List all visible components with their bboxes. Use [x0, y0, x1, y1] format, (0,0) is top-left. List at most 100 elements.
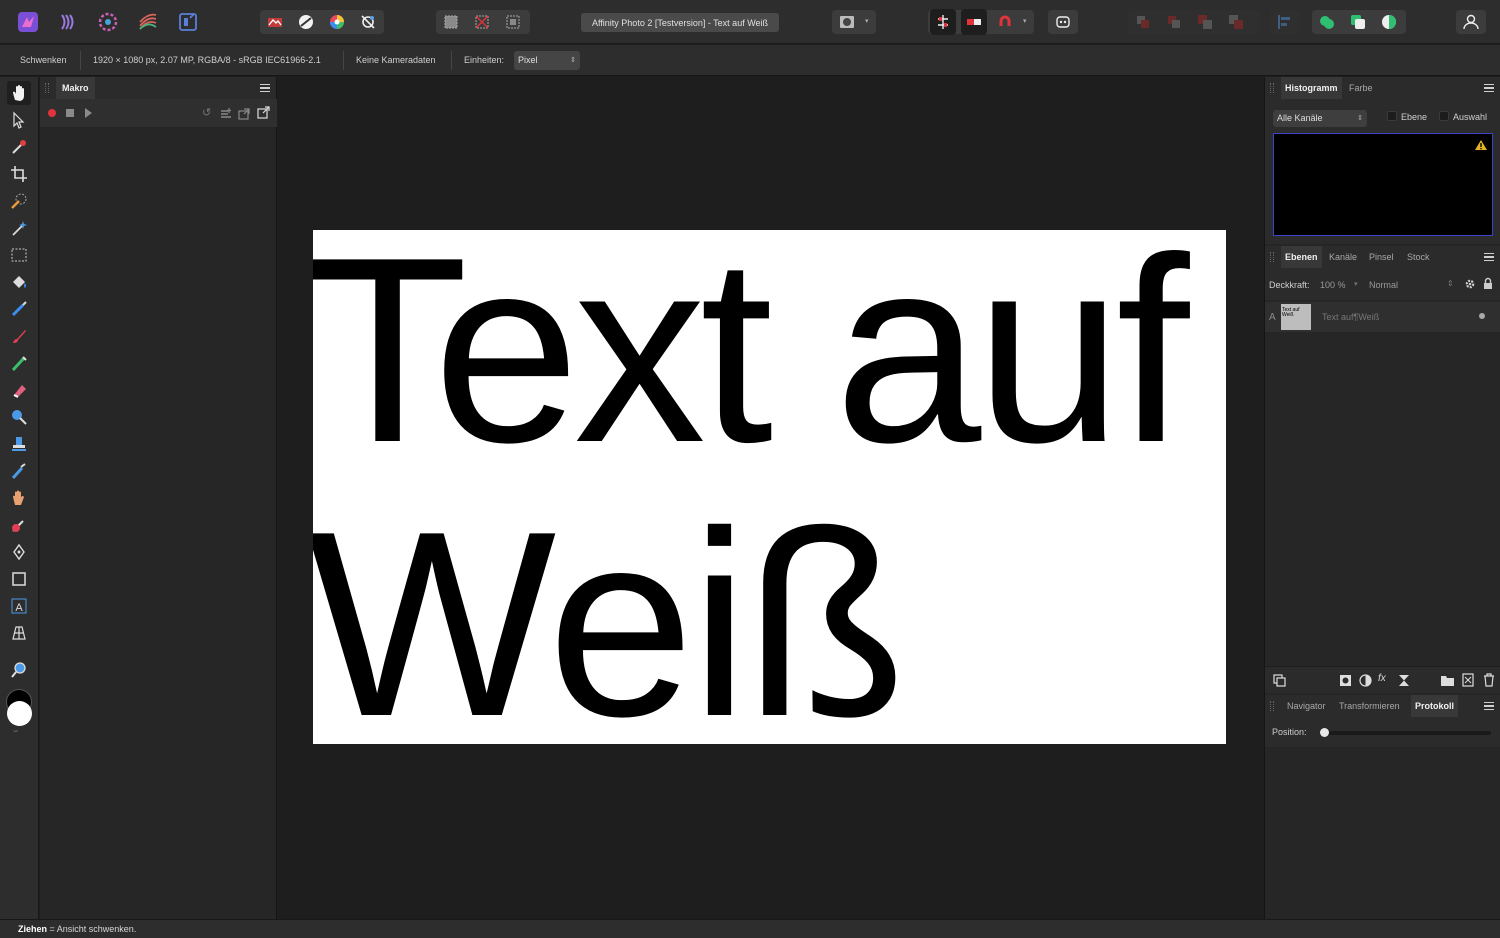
- hdr-icon[interactable]: [262, 9, 288, 35]
- blend-mode-select[interactable]: Normal: [1369, 280, 1398, 290]
- stop-icon[interactable]: [66, 109, 74, 117]
- gradient-tool-icon[interactable]: [7, 297, 31, 321]
- tab-navigator[interactable]: Navigator: [1283, 695, 1330, 717]
- move-back-icon[interactable]: [1130, 9, 1156, 35]
- layer-thumbnail[interactable]: Text auf Weiß: [1281, 304, 1311, 330]
- move-to-back-icon[interactable]: [1192, 9, 1218, 35]
- clone-stamp-icon[interactable]: [7, 432, 31, 456]
- panel-grip-icon[interactable]: [45, 83, 49, 93]
- add-pixel-layer-icon[interactable]: [1462, 673, 1474, 687]
- warning-icon[interactable]: [1474, 139, 1488, 151]
- tab-brushes[interactable]: Pinsel: [1365, 246, 1398, 268]
- play-icon[interactable]: [85, 108, 92, 118]
- tone-mapping-persona-icon[interactable]: [135, 9, 161, 35]
- mesh-warp-icon[interactable]: [7, 621, 31, 645]
- snap-toggle-icon[interactable]: [961, 9, 987, 35]
- lock-icon[interactable]: [1483, 277, 1493, 290]
- user-account-icon[interactable]: [1458, 9, 1484, 35]
- invert-selection-icon[interactable]: [500, 9, 526, 35]
- add-to-library-icon[interactable]: [220, 107, 232, 125]
- liquify-persona-icon[interactable]: [55, 9, 81, 35]
- panel-grip-icon[interactable]: [1270, 701, 1274, 711]
- robot-assistant-icon[interactable]: [1050, 9, 1076, 35]
- document-text-line-1[interactable]: Text auf: [313, 230, 1190, 482]
- canvas-area[interactable]: Text auf Weiß: [278, 77, 1263, 919]
- zoom-tool-icon[interactable]: [7, 658, 31, 682]
- marquee-tool-icon[interactable]: [7, 243, 31, 267]
- magnet-snapping-icon[interactable]: [992, 9, 1018, 35]
- subtract-shape-icon[interactable]: [1345, 9, 1371, 35]
- quick-mask-icon[interactable]: [834, 9, 860, 35]
- panel-menu-icon[interactable]: [1484, 253, 1494, 261]
- panel-menu-icon[interactable]: [1484, 702, 1494, 710]
- fx-icon[interactable]: fx: [1378, 673, 1386, 684]
- tab-transform[interactable]: Transformieren: [1335, 695, 1404, 717]
- assistant-icon[interactable]: [355, 9, 381, 35]
- opacity-value[interactable]: 100 %: [1320, 280, 1346, 290]
- panel-grip-icon[interactable]: [1270, 252, 1274, 262]
- panel-grip-icon[interactable]: [1270, 83, 1274, 93]
- chevron-down-icon[interactable]: ▾: [865, 17, 869, 25]
- tab-channels[interactable]: Kanäle: [1325, 246, 1361, 268]
- blemish-removal-icon[interactable]: [7, 486, 31, 510]
- layer-name[interactable]: Text auf¶Weiß: [1322, 312, 1379, 322]
- move-tool-icon[interactable]: [7, 108, 31, 132]
- levels-adjust-icon[interactable]: [293, 9, 319, 35]
- photo-persona-icon[interactable]: [15, 9, 41, 35]
- tab-color[interactable]: Farbe: [1345, 77, 1377, 99]
- selection-brush-icon[interactable]: [7, 189, 31, 213]
- hand-tool-icon[interactable]: [7, 81, 31, 105]
- healing-brush-icon[interactable]: [7, 351, 31, 375]
- document-info[interactable]: 1920 × 1080 px, 2.07 MP, RGBA/8 - sRGB I…: [93, 55, 321, 65]
- export-persona-icon[interactable]: [175, 9, 201, 35]
- intersect-shape-icon[interactable]: [1376, 9, 1402, 35]
- text-tool-icon[interactable]: A: [7, 594, 31, 618]
- position-slider-thumb[interactable]: [1320, 728, 1329, 737]
- dodge-tool-icon[interactable]: [7, 405, 31, 429]
- tab-layers[interactable]: Ebenen: [1281, 246, 1322, 268]
- develop-persona-icon[interactable]: [95, 9, 121, 35]
- primary-color-swatch[interactable]: [7, 701, 32, 726]
- paint-brush-icon[interactable]: [7, 324, 31, 348]
- color-wheel-icon[interactable]: [324, 9, 350, 35]
- tab-histogram[interactable]: Histogramm: [1281, 77, 1342, 99]
- chevron-down-icon[interactable]: ▾: [1023, 17, 1027, 25]
- panel-menu-icon[interactable]: [260, 84, 270, 92]
- undo-icon[interactable]: ↺: [202, 106, 211, 119]
- layer-stack-icon[interactable]: [1273, 674, 1286, 687]
- document-text-line-2[interactable]: Weiß: [313, 492, 906, 745]
- deselect-icon[interactable]: [469, 9, 495, 35]
- tab-macro[interactable]: Makro: [56, 77, 95, 99]
- folder-icon[interactable]: [1440, 674, 1455, 687]
- red-eye-tool-icon[interactable]: [7, 513, 31, 537]
- panel-menu-icon[interactable]: [1484, 84, 1494, 92]
- document-canvas[interactable]: Text auf Weiß: [313, 230, 1226, 744]
- rectangle-shape-icon[interactable]: [7, 567, 31, 591]
- units-select[interactable]: Pixel ⇕: [514, 51, 580, 70]
- pen-tool-icon[interactable]: [7, 540, 31, 564]
- trash-icon[interactable]: [1483, 673, 1495, 687]
- eraser-tool-icon[interactable]: [7, 378, 31, 402]
- chevron-down-icon[interactable]: ▾: [1354, 280, 1358, 288]
- channel-select[interactable]: Alle Kanäle ⇕: [1273, 110, 1367, 127]
- live-filter-icon[interactable]: [1398, 674, 1410, 687]
- smudge-tool-icon[interactable]: [7, 459, 31, 483]
- selection-checkbox[interactable]: [1439, 111, 1449, 121]
- swap-colors-icon[interactable]: ⌣: [13, 726, 18, 736]
- add-shape-icon[interactable]: [1314, 9, 1340, 35]
- layer-row[interactable]: A Text auf Weiß Text auf¶Weiß: [1265, 302, 1500, 332]
- alignment-icon[interactable]: [930, 9, 956, 35]
- mask-icon[interactable]: [1339, 674, 1352, 687]
- fill-tool-icon[interactable]: [7, 270, 31, 294]
- tab-stock[interactable]: Stock: [1403, 246, 1434, 268]
- move-forward-icon[interactable]: [1161, 9, 1187, 35]
- import-macro-icon[interactable]: [238, 107, 250, 125]
- color-picker-icon[interactable]: [7, 135, 31, 159]
- visibility-dot-icon[interactable]: [1479, 313, 1485, 319]
- select-all-icon[interactable]: [438, 9, 464, 35]
- position-slider-track[interactable]: [1321, 731, 1491, 735]
- gear-icon[interactable]: [1464, 278, 1476, 290]
- camera-info[interactable]: Keine Kameradaten: [356, 55, 436, 65]
- tab-history[interactable]: Protokoll: [1411, 695, 1459, 717]
- export-macro-icon[interactable]: [257, 106, 270, 124]
